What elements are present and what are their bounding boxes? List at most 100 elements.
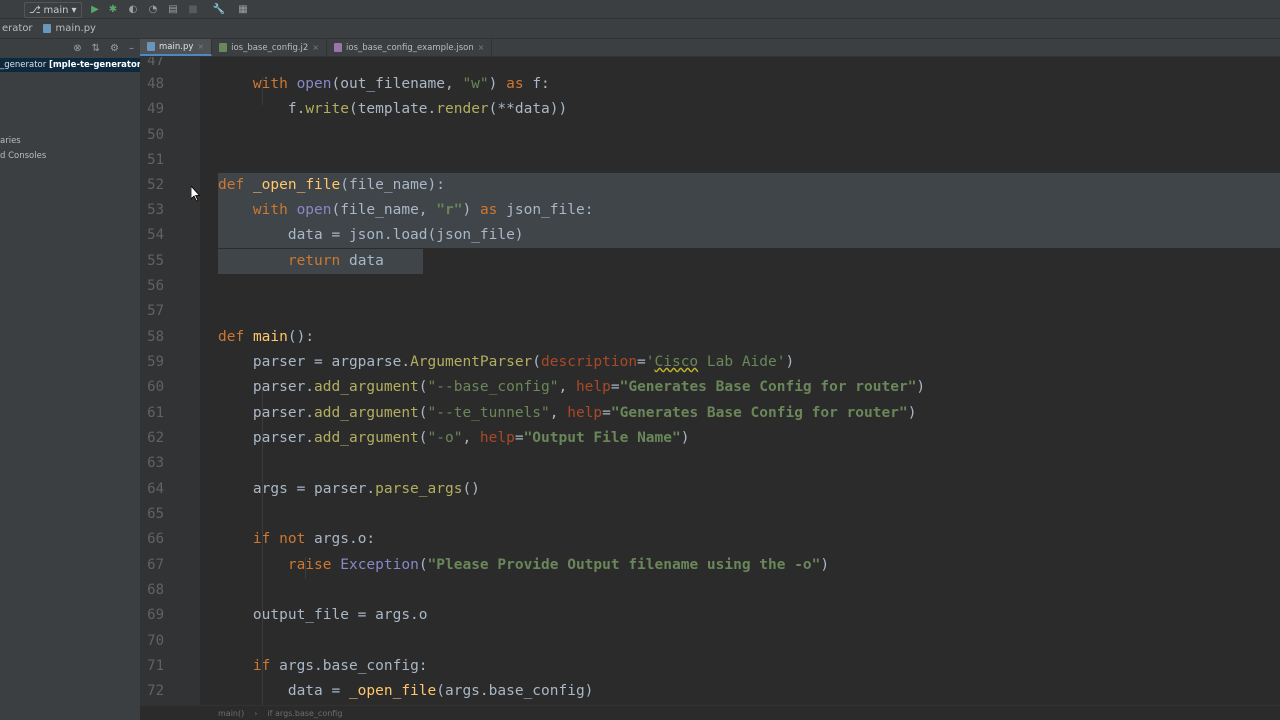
breadcrumb-file[interactable]: main.py — [54, 23, 104, 34]
wrench-icon[interactable]: 🔧 — [212, 2, 226, 16]
breadcrumb-project[interactable]: erator — [0, 23, 41, 34]
line-number: 61 — [147, 405, 164, 421]
profile-icon[interactable]: ◔ — [146, 2, 160, 16]
line-number: 64 — [147, 481, 164, 497]
line-number: 69 — [147, 607, 164, 623]
line-number: 58 — [147, 329, 164, 345]
code-line: 63 — [140, 451, 1280, 476]
code-line: 58 def main(): — [140, 325, 1280, 350]
line-number: 60 — [147, 379, 164, 395]
tree-item-consoles[interactable]: d Consoles — [0, 151, 46, 161]
project-item-root: [mple-te-generator] — [48, 60, 140, 70]
code-line-selected: 52 def _open_file(file_name): — [140, 173, 1280, 198]
code-line: 51 — [140, 148, 1280, 173]
line-number: 50 — [147, 127, 164, 143]
editor-breadcrumb-bar: main() › if args.base_config — [140, 705, 1280, 720]
project-tree-item-selected[interactable]: _generator [mple-te-generator] ( — [0, 58, 140, 72]
line-number: 62 — [147, 430, 164, 446]
line-number: 68 — [147, 582, 164, 598]
code-text: parser = argparse.ArgumentParser(descrip… — [218, 354, 795, 370]
branch-label: main — [43, 4, 69, 16]
project-item-name: _generator — [0, 60, 47, 70]
code-line: 57 — [140, 299, 1280, 324]
code-line: 56 — [140, 274, 1280, 299]
code-text: f.write(template.render(**data)) — [218, 101, 568, 117]
code-line: 65 — [140, 502, 1280, 527]
tab-label: ios_base_config.j2 — [231, 42, 309, 53]
line-number: 66 — [147, 531, 164, 547]
code-line: 72 data = _open_file(args.base_config) — [140, 679, 1280, 704]
main-toolbar: ⎇ main ▾ ▶ ✱ ◐ ◔ ▤ ■ 🔧 ▦ — [0, 0, 1280, 19]
code-line-selected: 55 return data — [140, 249, 1280, 274]
close-icon[interactable]: × — [197, 42, 204, 51]
code-line: 50 — [140, 123, 1280, 148]
locate-icon[interactable]: ⊗ — [73, 43, 81, 54]
python-file-icon — [147, 42, 155, 51]
collapse-icon[interactable]: ⇅ — [92, 43, 100, 54]
code-line: 49 f.write(template.render(**data)) — [140, 97, 1280, 122]
tab-ios-base-config-example-json[interactable]: ios_base_config_example.json × — [327, 39, 493, 56]
code-text: def _open_file(file_name): — [218, 177, 446, 193]
line-number: 70 — [147, 633, 164, 649]
code-line: 71 if args.base_config: — [140, 654, 1280, 679]
close-icon[interactable]: × — [312, 43, 319, 52]
code-text: parser.add_argument("--base_config", hel… — [218, 379, 926, 395]
tree-item-libraries[interactable]: aries — [0, 136, 21, 146]
line-number: 48 — [147, 76, 164, 92]
code-text: if args.base_config: — [252, 658, 428, 674]
line-number: 67 — [147, 557, 164, 573]
line-number: 72 — [147, 683, 164, 699]
breadcrumb-separator: › — [254, 708, 258, 718]
code-line: 48 with open(out_filename, "w") as f: — [140, 72, 1280, 97]
code-line: 64 args = parser.parse_args() — [140, 477, 1280, 502]
line-number: 65 — [147, 506, 164, 522]
stop-icon[interactable]: ■ — [186, 2, 200, 16]
code-text: data = _open_file(args.base_config) — [218, 683, 594, 699]
concurrency-icon[interactable]: ▤ — [166, 2, 180, 16]
breadcrumb-function[interactable]: main() — [218, 709, 244, 718]
code-editor[interactable]: 47 48 with open(out_filename, "w") as f:… — [140, 57, 1280, 705]
code-text: return data — [287, 253, 384, 269]
code-line: 67 raise Exception("Please Provide Outpu… — [140, 553, 1280, 578]
branch-selector[interactable]: ⎇ main ▾ — [24, 2, 82, 18]
code-line: 66 if not args.o: — [140, 527, 1280, 552]
editor-tabs: main.py × ios_base_config.j2 × ios_base_… — [140, 39, 1280, 57]
json-file-icon — [334, 43, 343, 52]
breadcrumb-statement[interactable]: if args.base_config — [267, 709, 342, 718]
code-line: 62 parser.add_argument("-o", help="Outpu… — [140, 426, 1280, 451]
line-number: 53 — [147, 202, 164, 218]
code-line: 60 parser.add_argument("--base_config", … — [140, 375, 1280, 400]
code-line: 70 — [140, 629, 1280, 654]
line-number: 52 — [147, 177, 164, 193]
close-icon[interactable]: × — [478, 43, 485, 52]
code-line-selected: 53 with open(file_name, "r") as json_fil… — [140, 198, 1280, 223]
tab-ios-base-config-j2[interactable]: ios_base_config.j2 × — [212, 39, 328, 56]
line-number: 51 — [147, 152, 164, 168]
run-icon[interactable]: ▶ — [88, 2, 102, 16]
line-number: 49 — [147, 101, 164, 117]
line-number: 59 — [147, 354, 164, 370]
chevron-down-icon: ▾ — [71, 4, 77, 16]
gear-icon[interactable]: ⚙ — [110, 43, 119, 54]
project-panel: ⊗ ⇅ ⚙ – _generator [mple-te-generator] (… — [0, 39, 141, 720]
template-file-icon — [219, 43, 228, 52]
debug-icon[interactable]: ✱ — [106, 2, 120, 16]
code-text: parser.add_argument("--te_tunnels", help… — [218, 405, 917, 421]
structure-icon[interactable]: ▦ — [236, 2, 250, 16]
hide-icon[interactable]: – — [129, 43, 134, 54]
code-line: 69 output_file = args.o — [140, 603, 1280, 628]
code-line: 61 parser.add_argument("--te_tunnels", h… — [140, 401, 1280, 426]
tab-main-py[interactable]: main.py × — [140, 39, 213, 56]
line-number: 55 — [147, 253, 164, 269]
code-text: output_file = args.o — [218, 607, 428, 623]
code-text: with open(file_name, "r") as json_file: — [252, 202, 594, 218]
line-number: 56 — [147, 278, 164, 294]
code-text: data = json.load(json_file) — [218, 227, 524, 243]
coverage-icon[interactable]: ◐ — [126, 2, 140, 16]
code-line-selected: 54 data = json.load(json_file) — [140, 223, 1280, 248]
code-text: parser.add_argument("-o", help="Output F… — [218, 430, 690, 446]
code-text: raise Exception("Please Provide Output f… — [287, 557, 830, 573]
line-number: 71 — [147, 658, 164, 674]
code-line: 59 parser = argparse.ArgumentParser(desc… — [140, 350, 1280, 375]
branch-icon: ⎇ — [29, 4, 41, 16]
